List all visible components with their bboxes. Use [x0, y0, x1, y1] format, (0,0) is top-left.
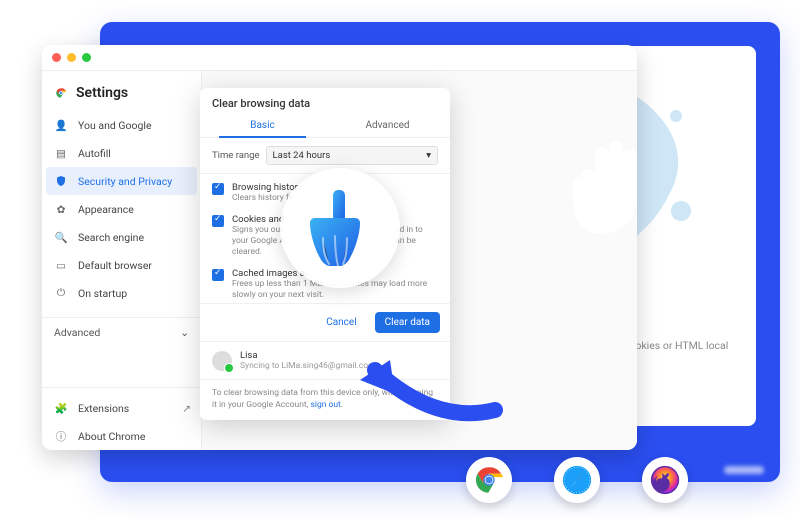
time-range-value: Last 24 hours	[273, 150, 331, 161]
window-minimize-dot[interactable]	[67, 53, 76, 62]
safari-icon	[554, 457, 600, 503]
tab-basic[interactable]: Basic	[200, 114, 325, 137]
cleanup-broom-illustration	[280, 168, 400, 288]
chrome-icon	[466, 457, 512, 503]
browser-icon-row	[466, 457, 688, 503]
chrome-logo-icon	[54, 86, 68, 100]
hand-icon	[561, 126, 651, 236]
sidebar-advanced-toggle[interactable]: Advanced ⌄	[42, 317, 201, 347]
sidebar-item-you-and-google[interactable]: 👤 You and Google	[42, 111, 201, 139]
sidebar-item-label: Autofill	[78, 147, 111, 160]
window-maximize-dot[interactable]	[82, 53, 91, 62]
sign-out-link[interactable]: sign out	[310, 400, 340, 410]
puzzle-icon: 🧩	[54, 401, 68, 415]
autofill-icon: ▤	[54, 146, 68, 160]
sidebar-item-about[interactable]: ⓘ About Chrome	[42, 422, 201, 450]
info-icon: ⓘ	[54, 429, 68, 443]
sidebar-item-appearance[interactable]: ✿ Appearance	[42, 195, 201, 223]
dialog-title: Clear browsing data	[200, 88, 450, 114]
page-title: Settings	[42, 81, 201, 111]
sidebar-item-search-engine[interactable]: 🔍 Search engine	[42, 223, 201, 251]
time-range-label: Time range	[212, 150, 260, 161]
sidebar-item-on-startup[interactable]: ⏻ On startup	[42, 279, 201, 307]
decoration	[724, 466, 764, 474]
sidebar-item-label: Security and Privacy	[78, 175, 172, 188]
dialog-tabs: Basic Advanced	[200, 114, 450, 138]
checkbox-icon[interactable]	[212, 183, 224, 195]
shield-icon	[54, 174, 68, 188]
sidebar-item-label: Search engine	[78, 231, 144, 244]
window-titlebar	[42, 45, 637, 71]
sidebar-item-autofill[interactable]: ▤ Autofill	[42, 139, 201, 167]
checkbox-icon[interactable]	[212, 269, 224, 281]
settings-sidebar: Settings 👤 You and Google ▤ Autofill Sec…	[42, 71, 202, 450]
window-close-dot[interactable]	[52, 53, 61, 62]
sidebar-item-label: Appearance	[78, 203, 134, 216]
person-icon: 👤	[54, 118, 68, 132]
chevron-down-icon: ⌄	[180, 326, 189, 339]
sidebar-item-label: About Chrome	[78, 430, 145, 443]
settings-title-text: Settings	[76, 85, 128, 101]
browser-icon: ▭	[54, 258, 68, 272]
sidebar-item-extensions[interactable]: 🧩 Extensions ↗	[42, 394, 201, 422]
sidebar-item-label: Default browser	[78, 259, 152, 272]
chevron-down-icon: ▾	[426, 150, 431, 161]
broom-icon	[305, 188, 375, 268]
firefox-icon	[642, 457, 688, 503]
sidebar-item-label: Extensions	[78, 402, 129, 415]
external-link-icon: ↗	[182, 402, 191, 415]
time-range-select[interactable]: Last 24 hours ▾	[266, 146, 438, 165]
tab-advanced[interactable]: Advanced	[325, 114, 450, 137]
appearance-icon: ✿	[54, 202, 68, 216]
power-icon: ⏻	[54, 286, 68, 300]
sidebar-item-label: You and Google	[78, 119, 152, 132]
search-icon: 🔍	[54, 230, 68, 244]
sidebar-item-security[interactable]: Security and Privacy	[46, 167, 197, 195]
checkbox-icon[interactable]	[212, 215, 224, 227]
advanced-label: Advanced	[54, 326, 100, 339]
avatar	[212, 351, 232, 371]
curved-arrow-icon	[345, 320, 505, 434]
sidebar-item-label: On startup	[78, 287, 127, 300]
sidebar-item-default-browser[interactable]: ▭ Default browser	[42, 251, 201, 279]
